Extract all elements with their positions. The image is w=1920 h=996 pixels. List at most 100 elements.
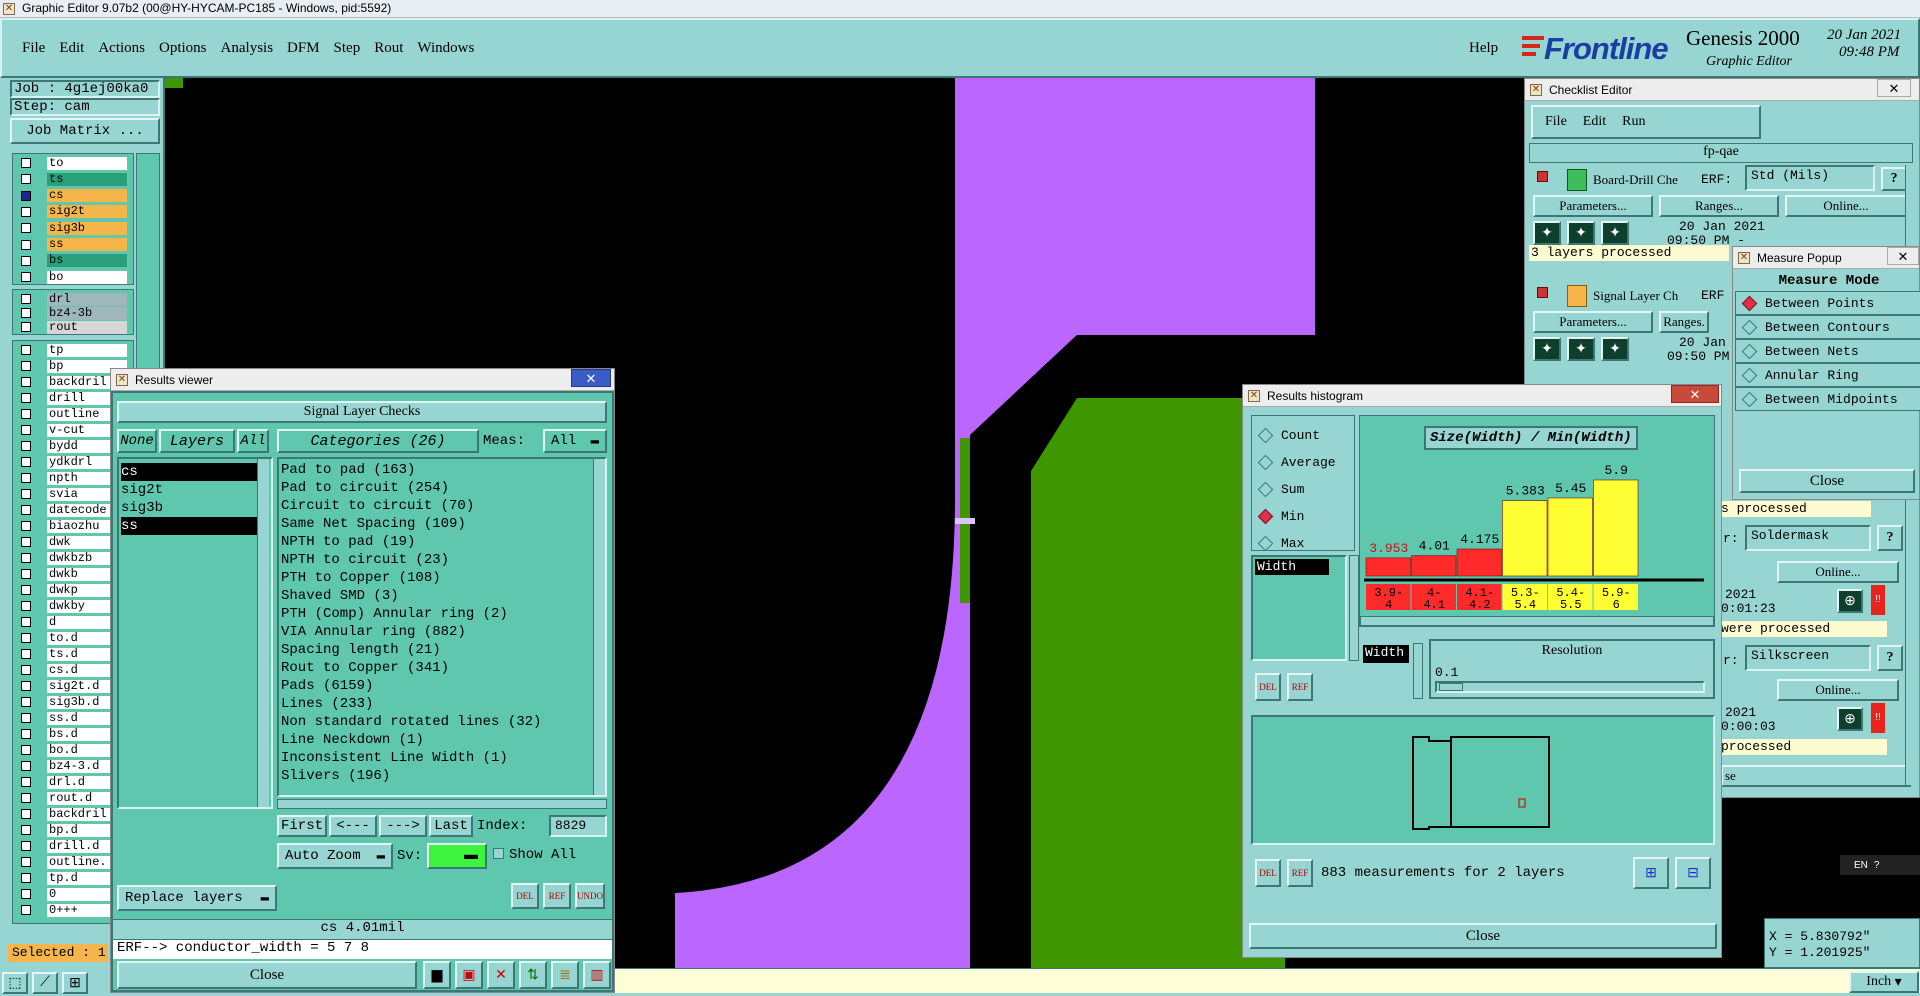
- next-button[interactable]: --->: [379, 815, 427, 837]
- layer-checkbox[interactable]: [21, 841, 31, 851]
- category-item[interactable]: Line Neckdown (1): [281, 731, 593, 749]
- layer-row[interactable]: bz4-3b: [13, 306, 127, 320]
- row-info-icon[interactable]: ?: [1881, 167, 1907, 191]
- category-item[interactable]: Rout to Copper (341): [281, 659, 593, 677]
- layer-checkbox[interactable]: [21, 377, 31, 387]
- layer-name[interactable]: bz4-3b: [47, 306, 127, 320]
- none-button[interactable]: None: [117, 429, 157, 453]
- layer-checkbox[interactable]: [21, 617, 31, 627]
- run-icon[interactable]: ✦: [1601, 221, 1629, 245]
- layer-row[interactable]: bo: [13, 270, 127, 284]
- result-layer-item[interactable]: sig3b: [121, 499, 259, 517]
- layer-row[interactable]: sig2t: [13, 205, 127, 219]
- result-layer-item[interactable]: ss: [121, 517, 259, 535]
- menu-item[interactable]: Windows: [417, 40, 474, 57]
- category-item[interactable]: Lines (233): [281, 695, 593, 713]
- layer-checkbox[interactable]: [21, 521, 31, 531]
- board-preview[interactable]: [1251, 715, 1715, 845]
- histogram-bar[interactable]: [1502, 500, 1548, 577]
- online-button[interactable]: Online...: [1777, 679, 1899, 701]
- row-checkbox[interactable]: [1537, 171, 1548, 182]
- delete-icon[interactable]: DEL: [1255, 859, 1281, 887]
- categories-button[interactable]: Categories (26): [277, 429, 479, 453]
- category-item[interactable]: Inconsistent Line Width (1): [281, 749, 593, 767]
- show-all-checkbox[interactable]: [493, 848, 504, 859]
- layer-checkbox[interactable]: [21, 729, 31, 739]
- category-item[interactable]: Spacing length (21): [281, 641, 593, 659]
- layer-checkbox[interactable]: [21, 255, 31, 266]
- layer-name[interactable]: tp: [47, 343, 127, 357]
- layer-checkbox[interactable]: [21, 272, 31, 283]
- layer-checkbox[interactable]: [21, 905, 31, 915]
- first-button[interactable]: First: [277, 815, 327, 837]
- layer-checkbox[interactable]: [21, 697, 31, 707]
- category-item[interactable]: VIA Annular ring (882): [281, 623, 593, 641]
- select-icon[interactable]: ▣: [455, 961, 483, 989]
- menu-item[interactable]: Step: [334, 40, 361, 57]
- layer-checkbox[interactable]: [21, 308, 31, 318]
- width-field[interactable]: Width: [1363, 645, 1409, 663]
- result-layer-item[interactable]: sig2t: [121, 481, 259, 499]
- histogram-close-button[interactable]: Close: [1249, 923, 1717, 949]
- menu-item[interactable]: Edit: [59, 40, 84, 57]
- category-item[interactable]: PTH to Copper (108): [281, 569, 593, 587]
- layer-name[interactable]: sig3b: [47, 221, 127, 235]
- layer-checkbox[interactable]: [21, 793, 31, 803]
- parameters-button[interactable]: Parameters...: [1533, 311, 1653, 333]
- layer-name[interactable]: cs: [47, 189, 127, 203]
- histogram-bar[interactable]: [1365, 557, 1411, 577]
- all-layers-button[interactable]: All: [237, 429, 269, 453]
- last-button[interactable]: Last: [429, 815, 473, 837]
- help-menu[interactable]: Help: [1469, 40, 1498, 57]
- tool-measure-icon[interactable]: ⟋: [32, 972, 58, 994]
- layer-name[interactable]: to: [47, 156, 127, 170]
- layer-checkbox[interactable]: [21, 457, 31, 467]
- sort-icon[interactable]: ⇅: [519, 961, 547, 989]
- categories-list[interactable]: Pad to pad (163) Pad to circuit (254) Circ…: [277, 457, 607, 797]
- layer-name[interactable]: ts: [47, 172, 127, 186]
- category-item[interactable]: Pads (6159): [281, 677, 593, 695]
- layer-checkbox[interactable]: [21, 537, 31, 547]
- close-window-icon[interactable]: ✕: [1877, 79, 1911, 97]
- run-icon[interactable]: ✦: [1601, 337, 1629, 361]
- measure-mode-option[interactable]: Annular Ring: [1735, 363, 1920, 387]
- units-dropdown[interactable]: Inch ▾: [1849, 971, 1919, 993]
- layer-checkbox[interactable]: [21, 206, 31, 217]
- layer-list[interactable]: cs sig2t sig3b ss: [117, 457, 273, 809]
- parameters-button[interactable]: Parameters...: [1533, 195, 1653, 217]
- erf-input[interactable]: Soldermask: [1745, 525, 1871, 551]
- resolution-slider[interactable]: [1435, 681, 1705, 693]
- layer-checkbox[interactable]: [21, 681, 31, 691]
- online-button[interactable]: Online...: [1785, 195, 1907, 217]
- zoom-icon[interactable]: ⊕: [1837, 589, 1863, 613]
- row-checkbox[interactable]: [1537, 287, 1548, 298]
- menu-item[interactable]: Options: [159, 40, 207, 57]
- histogram-option[interactable]: Sum: [1257, 476, 1336, 503]
- menu-item[interactable]: Rout: [374, 40, 403, 57]
- row-label[interactable]: Signal Layer Ch: [1593, 288, 1678, 304]
- layer-checkbox[interactable]: [21, 601, 31, 611]
- close-window-icon[interactable]: ✕: [1887, 247, 1919, 265]
- zoom-in-icon[interactable]: ⊞: [1633, 857, 1669, 889]
- run-icon[interactable]: ✦: [1533, 221, 1561, 245]
- menu-item[interactable]: Analysis: [221, 40, 274, 57]
- layer-checkbox[interactable]: [21, 649, 31, 659]
- categories-scrollbar[interactable]: [593, 459, 605, 795]
- chart-hscroll[interactable]: [1360, 616, 1714, 626]
- report-icon[interactable]: ≣: [551, 961, 579, 989]
- layer-checkbox[interactable]: [21, 489, 31, 499]
- layer-checkbox[interactable]: [21, 745, 31, 755]
- checklist-close-button[interactable]: se: [1721, 765, 1911, 787]
- layer-checkbox[interactable]: [21, 409, 31, 419]
- layer-checkbox[interactable]: [21, 505, 31, 515]
- layer-checkbox[interactable]: [21, 873, 31, 883]
- layer-checkbox[interactable]: [21, 345, 31, 355]
- layer-row[interactable]: ts: [13, 172, 127, 186]
- layer-checkbox[interactable]: [21, 190, 31, 201]
- layer-name[interactable]: rout: [47, 320, 127, 334]
- layer-row[interactable]: bs: [13, 254, 127, 268]
- row-info-icon[interactable]: ?: [1877, 645, 1903, 671]
- undo-icon[interactable]: UNDO: [575, 883, 605, 909]
- layer-checkbox[interactable]: [21, 665, 31, 675]
- run-icon[interactable]: ✦: [1533, 337, 1561, 361]
